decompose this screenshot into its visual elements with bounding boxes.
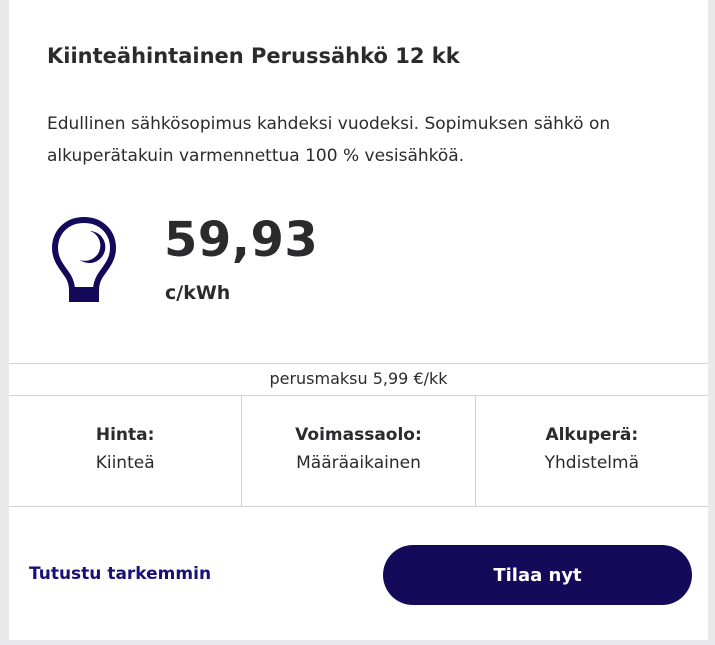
detail-label: Voimassaolo: [295, 425, 422, 445]
divider [9, 506, 708, 507]
details-grid: Hinta: Kiinteä Voimassaolo: Määräaikaine… [9, 396, 708, 506]
product-card: Kiinteähintainen Perussähkö 12 kk Edulli… [9, 0, 708, 640]
detail-value: Määräaikainen [296, 453, 421, 473]
detail-value: Yhdistelmä [544, 453, 639, 473]
plan-title: Kiinteähintainen Perussähkö 12 kk [47, 44, 460, 68]
learn-more-link[interactable]: Tutustu tarkemmin [29, 564, 211, 584]
lightbulb-icon [52, 217, 116, 302]
detail-label: Hinta: [95, 425, 155, 445]
base-fee: perusmaksu 5,99 €/kk [269, 369, 448, 388]
divider [9, 363, 708, 364]
order-button[interactable]: Tilaa nyt [383, 545, 692, 605]
detail-value: Kiinteä [95, 453, 155, 473]
price-unit: c/kWh [165, 282, 231, 304]
detail-origin: Alkuperä: Yhdistelmä [474, 396, 708, 506]
detail-validity: Voimassaolo: Määräaikainen [241, 396, 474, 506]
detail-label: Alkuperä: [545, 425, 639, 445]
price-value: 59,93 [164, 212, 319, 268]
detail-price-type: Hinta: Kiinteä [9, 396, 241, 506]
plan-description: Edullinen sähkösopimus kahdeksi vuodeksi… [47, 114, 611, 166]
